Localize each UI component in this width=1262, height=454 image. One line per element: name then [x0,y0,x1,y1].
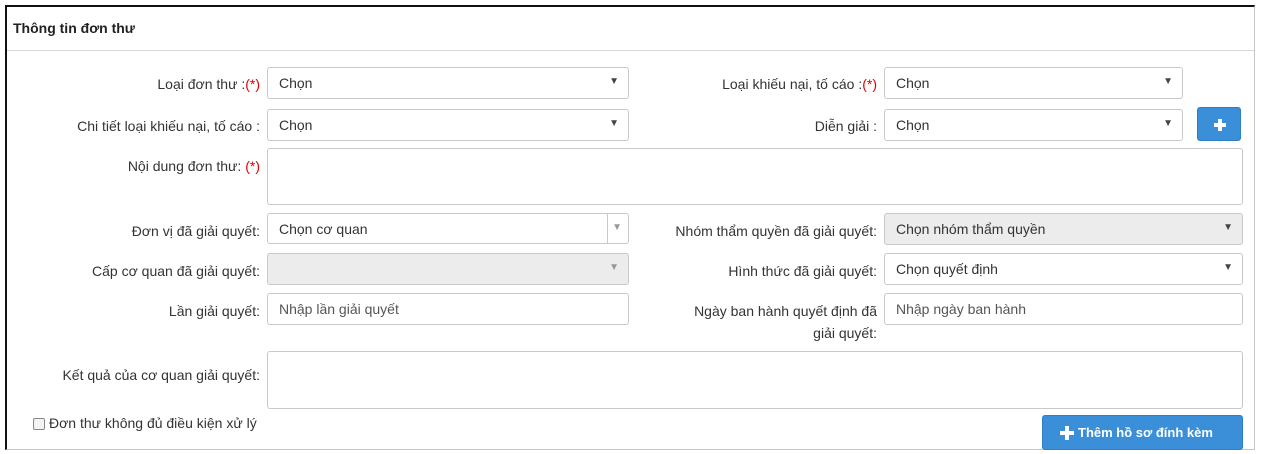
textarea-noi-dung[interactable] [267,148,1243,205]
select-value: Chọn [896,75,930,91]
label-text: Cấp cơ quan đã giải quyết: [92,263,260,279]
required-mark: (*) [245,76,260,92]
label-loai-don-thu: Loại đơn thư :(*) [60,75,260,93]
add-button[interactable] [1197,107,1241,141]
label-text: Loại khiếu nại, tố cáo : [722,76,863,92]
select-loai-khieu-nai[interactable]: Chọn ▼ [884,67,1183,99]
select-value: Chọn [279,117,313,133]
caret-down-icon: ▼ [612,222,622,233]
label-lan-giai-quyet: Lần giải quyết: [60,302,260,320]
input-placeholder: Nhập lần giải quyết [279,301,399,317]
select-divider [607,214,608,243]
caret-down-icon: ▼ [1163,118,1173,129]
select-value: Chọn cơ quan [279,221,368,237]
label-loai-khieu-nai: Loại khiếu nại, tố cáo :(*) [640,75,877,93]
label-text: Loại đơn thư : [157,76,246,92]
caret-down-icon: ▼ [609,118,619,129]
caret-down-icon: ▼ [609,76,619,87]
select-don-vi[interactable]: Chọn cơ quan ▼ [267,213,629,244]
plus-icon [1060,426,1074,440]
textarea-ket-qua[interactable] [267,351,1243,409]
panel-header: Thông tin đơn thư [7,7,1254,51]
caret-down-icon: ▼ [609,262,619,273]
label-cap-co-quan: Cấp cơ quan đã giải quyết: [20,262,260,280]
label-noi-dung: Nội dung đơn thư: (*) [40,157,260,175]
select-value: Chọn quyết định [896,261,998,277]
label-hinh-thuc: Hình thức đã giải quyết: [660,262,877,280]
select-value: Chọn [279,75,313,91]
add-attachment-label: Thêm hồ sơ đính kèm [1078,425,1213,440]
label-line-2: giải quyết: [813,325,877,341]
caret-down-icon: ▼ [1223,262,1233,273]
label-dien-giai: Diễn giải : [700,117,877,135]
checkbox-khong-du-dieu-kien[interactable] [33,418,45,430]
label-text: Kết quả của cơ quan giải quyết: [62,367,260,383]
select-dien-giai[interactable]: Chọn ▼ [884,109,1183,141]
label-text: Nội dung đơn thư: [127,158,242,174]
label-text: Hình thức đã giải quyết: [728,263,877,279]
add-attachment-button[interactable]: Thêm hồ sơ đính kèm [1042,415,1243,450]
label-text: Đơn vị đã giải quyết: [131,223,260,239]
caret-down-icon: ▼ [1223,222,1233,233]
label-don-vi: Đơn vị đã giải quyết: [40,222,260,240]
select-chi-tiet[interactable]: Chọn ▼ [267,109,629,141]
checkbox-label: Đơn thư không đủ điều kiện xử lý [49,415,257,431]
caret-down-icon: ▼ [1163,76,1173,87]
select-value: Chọn [896,117,930,133]
label-text: Chi tiết loại khiếu nại, tố cáo : [77,118,260,134]
label-ket-qua: Kết quả của cơ quan giải quyết: [10,366,260,384]
select-hinh-thuc[interactable]: Chọn quyết định ▼ [884,253,1243,285]
select-nhom-tham-quyen[interactable]: Chọn nhóm thẩm quyền ▼ [884,213,1243,245]
select-loai-don-thu[interactable]: Chọn ▼ [267,67,629,99]
select-value: Chọn nhóm thẩm quyền [896,221,1046,237]
input-lan-giai-quyet[interactable]: Nhập lần giải quyết [267,293,629,325]
required-mark: (*) [245,158,260,174]
plus-icon [1214,119,1226,131]
select-cap-co-quan[interactable]: ▼ [267,253,629,285]
label-ngay-ban-hanh: Ngày ban hành quyết định đã giải quyết: [630,302,877,342]
panel-title: Thông tin đơn thư [13,20,135,36]
label-text: Diễn giải : [814,118,877,134]
label-nhom-tham-quyen: Nhóm thẩm quyền đã giải quyết: [630,222,877,240]
input-placeholder: Nhập ngày ban hành [896,301,1026,317]
label-chi-tiet: Chi tiết loại khiếu nại, tố cáo : [20,117,260,135]
label-text: Lần giải quyết: [168,303,260,319]
label-text: Nhóm thẩm quyền đã giải quyết: [675,223,877,239]
input-ngay-ban-hanh[interactable]: Nhập ngày ban hành [884,293,1243,325]
label-line-1: Ngày ban hành quyết định đã [694,303,877,319]
required-mark: (*) [862,76,877,92]
